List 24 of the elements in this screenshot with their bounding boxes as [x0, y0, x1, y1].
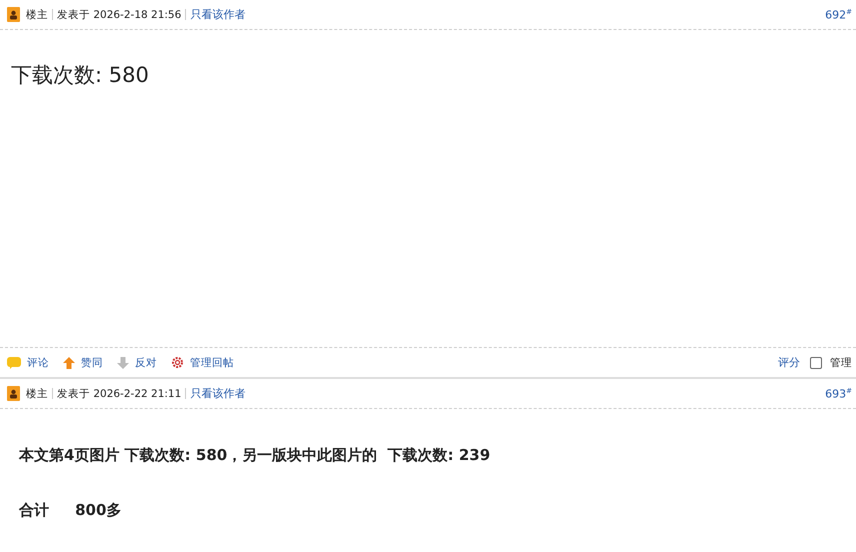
action-link[interactable]: 反对 — [117, 356, 157, 370]
checkbox[interactable] — [810, 356, 822, 368]
avatar-icon — [7, 7, 20, 22]
post-text: 本文第4页图片 下载次数: 580，另一版块中此图片的 下载次数: 239 — [19, 447, 492, 464]
floor-number: 693$^{#}$ — [825, 386, 852, 400]
avatar-icon — [7, 386, 20, 401]
action-link[interactable]: 管理回帖 — [171, 356, 234, 370]
floor-number: 692$^{#}$ — [825, 8, 852, 22]
manage-label: 管理 — [830, 356, 852, 370]
action-link[interactable]: 赞同 — [63, 356, 103, 370]
author-label: 楼主 — [26, 386, 48, 400]
post-text: 合计 800多 — [19, 502, 122, 518]
author-label: 楼主 — [26, 8, 48, 22]
post-text: 下载次数: 580 — [11, 64, 150, 88]
speech-bubble-icon — [7, 356, 21, 368]
post-date: 发表于 2026-2-22 21:11 — [57, 386, 182, 400]
gear-icon — [171, 356, 184, 369]
post-date: 发表于 2026-2-18 21:56 — [57, 8, 182, 22]
author-only-link[interactable]: 只看该作者 — [190, 386, 246, 401]
arrow-up-icon — [63, 356, 75, 368]
rate-link[interactable]: 评分 — [778, 355, 800, 370]
arrow-down-icon — [117, 356, 129, 368]
action-link[interactable]: 评论 — [7, 356, 49, 370]
author-only-link[interactable]: 只看该作者 — [190, 7, 246, 22]
